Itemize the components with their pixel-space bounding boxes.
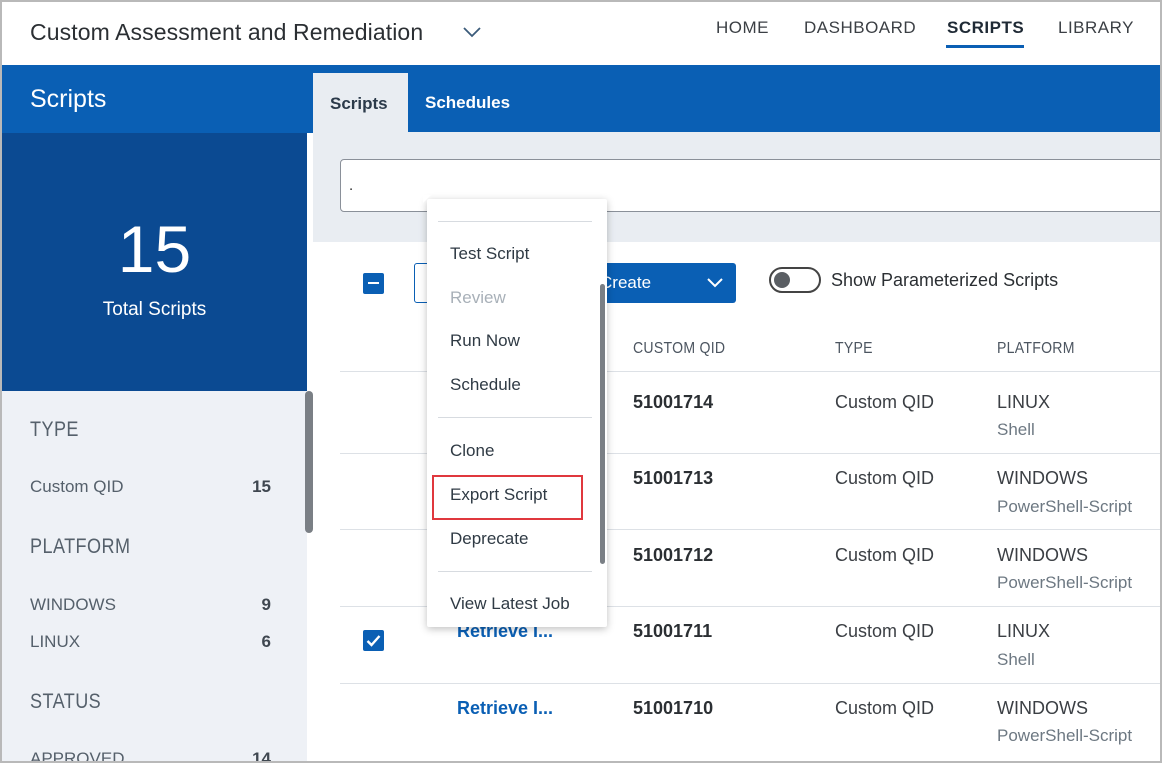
- menu-item-test-script[interactable]: Test Script: [450, 244, 529, 264]
- toggle-knob: [774, 272, 790, 288]
- toggle-label: Show Parameterized Scripts: [831, 270, 1059, 290]
- script-name-link[interactable]: Retrieve I...: [457, 698, 553, 719]
- column-header-qid[interactable]: CUSTOM QID: [633, 340, 725, 358]
- app-window: Custom Assessment and Remediation HOME D…: [0, 0, 1162, 763]
- menu-caret-icon: [423, 195, 431, 203]
- filter-item-windows[interactable]: WINDOWS: [30, 595, 116, 615]
- filter-item-linux[interactable]: LINUX: [30, 632, 80, 652]
- table-cell-platform: WINDOWS: [997, 468, 1088, 488]
- table-cell-platform: LINUX: [997, 621, 1051, 641]
- tab-schedules[interactable]: Schedules: [425, 93, 510, 113]
- table-cell-qid: 51001713: [633, 468, 714, 488]
- table-cell-type: Custom QID: [835, 698, 935, 718]
- export-script-highlight: [432, 475, 583, 520]
- table-cell-subplatform: PowerShell-Script: [997, 726, 1133, 745]
- total-scripts-card: 15 Total Scripts: [2, 133, 307, 391]
- menu-item-run-now[interactable]: Run Now: [450, 331, 520, 351]
- menu-separator: [438, 571, 592, 572]
- menu-separator: [438, 221, 592, 222]
- filter-item-custom-qid[interactable]: Custom QID: [30, 477, 124, 497]
- create-button[interactable]: Create: [592, 263, 736, 303]
- table-cell-type: Custom QID: [835, 545, 935, 565]
- table-cell-platform: WINDOWS: [997, 545, 1088, 565]
- menu-item-deprecate[interactable]: Deprecate: [450, 529, 528, 549]
- table-cell-subplatform: PowerShell-Script: [997, 497, 1133, 516]
- filter-heading-platform: PLATFORM: [30, 535, 131, 558]
- table-cell-subplatform: PowerShell-Script: [997, 573, 1133, 592]
- checkmark-icon: [366, 635, 381, 647]
- table-cell-qid: 51001714: [633, 392, 714, 412]
- menu-separator: [438, 417, 592, 418]
- sidebar-title: Scripts: [30, 85, 107, 113]
- table-cell-subplatform: Shell: [997, 420, 1035, 439]
- column-header-platform[interactable]: PLATFORM: [997, 340, 1075, 358]
- total-scripts-count: 15: [117, 212, 192, 286]
- table-cell-qid: 51001712: [633, 545, 714, 565]
- table-cell-type: Custom QID: [835, 621, 935, 641]
- table-cell-type: Custom QID: [835, 392, 935, 412]
- menu-item-review: Review: [450, 288, 506, 307]
- filter-item-approved[interactable]: APPROVED: [30, 749, 124, 761]
- nav-scripts[interactable]: SCRIPTS: [947, 18, 1024, 38]
- table-cell-platform: WINDOWS: [997, 698, 1088, 718]
- nav-home[interactable]: HOME: [716, 18, 769, 38]
- app-title: Custom Assessment and Remediation: [30, 19, 424, 45]
- table-cell-qid: 51001710: [633, 698, 714, 718]
- filter-count: 14: [252, 749, 271, 763]
- table-cell-qid: 51001711: [633, 621, 713, 641]
- filter-count: 6: [261, 632, 271, 651]
- menu-scrollbar[interactable]: [600, 284, 605, 564]
- table-cell-subplatform: Shell: [997, 650, 1035, 669]
- table-cell-platform: LINUX: [997, 392, 1051, 412]
- table-cell-type: Custom QID: [835, 468, 935, 488]
- filter-count: 9: [261, 595, 271, 614]
- nav-dashboard[interactable]: DASHBOARD: [804, 18, 916, 38]
- total-scripts-label: Total Scripts: [102, 299, 207, 320]
- sidebar-header: Scripts: [2, 65, 313, 133]
- nav-library[interactable]: LIBRARY: [1058, 18, 1134, 38]
- parameterized-toggle[interactable]: [769, 267, 821, 293]
- sidebar-filters: TYPE Custom QID 15 PLATFORM WINDOWS 9 LI…: [2, 391, 307, 763]
- chevron-down-icon: [707, 278, 723, 288]
- select-all-checkbox[interactable]: [363, 273, 384, 294]
- filter-heading-type: TYPE: [30, 418, 79, 441]
- column-header-type[interactable]: TYPE: [835, 340, 873, 358]
- tab-scripts-label: Scripts: [330, 94, 388, 113]
- top-bar: Custom Assessment and Remediation HOME D…: [2, 2, 1160, 65]
- tab-scripts[interactable]: Scripts: [313, 73, 408, 132]
- filter-count: 15: [252, 477, 271, 496]
- sidebar-scrollbar[interactable]: [305, 391, 313, 533]
- create-button-label: Create: [600, 273, 652, 292]
- nav-active-underline: [946, 45, 1024, 48]
- menu-item-clone[interactable]: Clone: [450, 441, 494, 461]
- filter-heading-status: STATUS: [30, 690, 102, 713]
- row-checkbox[interactable]: [363, 630, 384, 651]
- chevron-down-icon[interactable]: [462, 25, 482, 39]
- menu-item-view-latest-job[interactable]: View Latest Job: [450, 594, 570, 614]
- table-divider: [340, 683, 1160, 684]
- menu-item-schedule[interactable]: Schedule: [450, 375, 521, 395]
